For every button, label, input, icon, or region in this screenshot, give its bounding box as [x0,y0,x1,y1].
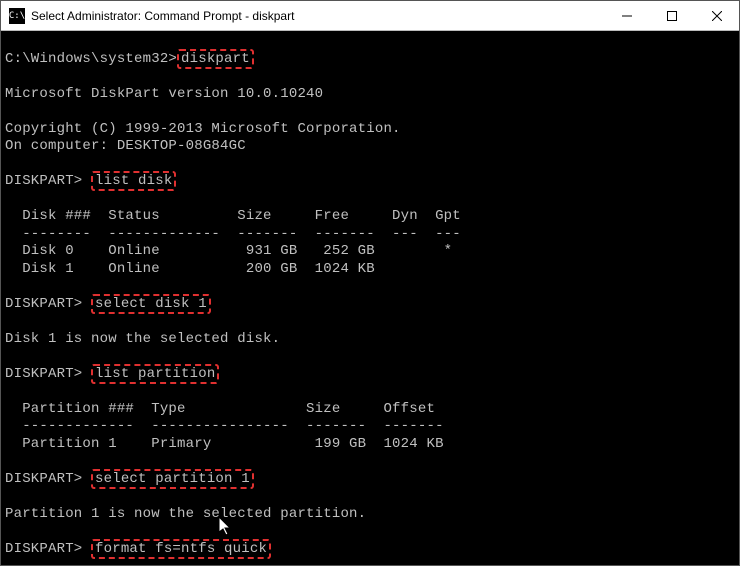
computer-line: On computer: DESKTOP-08G84GC [5,138,246,154]
diskpart-prompt: DISKPART> [5,471,91,487]
diskpart-prompt: DISKPART> [5,173,91,189]
disk-row-0: Disk 0 Online 931 GB 252 GB * [5,243,452,259]
cmd-list-disk: list disk [91,171,176,191]
diskpart-prompt: DISKPART> [5,296,91,312]
cmd-format: format fs=ntfs quick [91,539,271,559]
select-disk-response: Disk 1 is now the selected disk. [5,331,280,347]
disk-table-sep: -------- ------------- ------- ------- -… [5,226,461,242]
copyright-line: Copyright (C) 1999-2013 Microsoft Corpor… [5,121,401,137]
cmd-select-disk: select disk 1 [91,294,211,314]
terminal-body[interactable]: C:\Windows\system32>diskpart Microsoft D… [1,31,739,565]
cmd-icon: C:\ [9,8,25,24]
partition-table-sep: ------------- ---------------- ------- -… [5,418,444,434]
select-partition-response: Partition 1 is now the selected partitio… [5,506,366,522]
cmd-list-partition: list partition [91,364,219,384]
close-button[interactable] [694,1,739,30]
diskpart-prompt: DISKPART> [5,541,91,557]
minimize-button[interactable] [604,1,649,30]
maximize-button[interactable] [649,1,694,30]
version-line: Microsoft DiskPart version 10.0.10240 [5,86,323,102]
partition-row-1: Partition 1 Primary 199 GB 1024 KB [5,436,444,452]
partition-table-header: Partition ### Type Size Offset [5,401,435,417]
disk-row-1: Disk 1 Online 200 GB 1024 KB [5,261,375,277]
cmd-select-partition: select partition 1 [91,469,254,489]
disk-table-header: Disk ### Status Size Free Dyn Gpt [5,208,461,224]
window-title: Select Administrator: Command Prompt - d… [31,9,604,23]
window-titlebar: C:\ Select Administrator: Command Prompt… [1,1,739,31]
prompt-text: C:\Windows\system32> [5,51,177,67]
cmd-diskpart: diskpart [177,49,254,69]
diskpart-prompt: DISKPART> [5,366,91,382]
